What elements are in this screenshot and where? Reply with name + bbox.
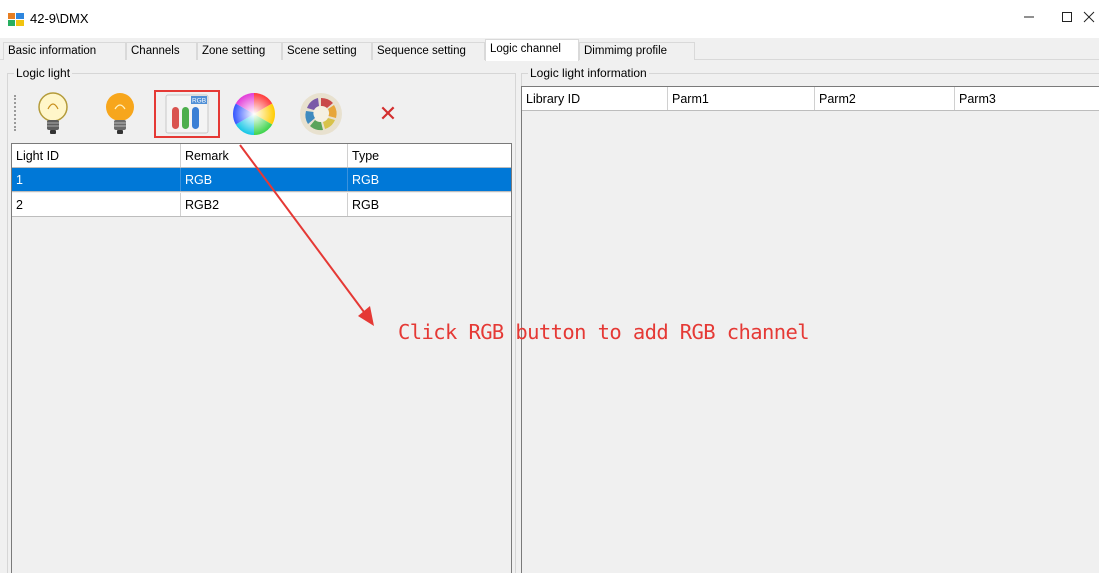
column-remark[interactable]: Remark (181, 144, 348, 167)
tab-sequence-setting[interactable]: Sequence setting (372, 42, 485, 60)
maximize-icon (1062, 12, 1072, 22)
logic-light-label: Logic light (14, 66, 73, 80)
column-type[interactable]: Type (348, 144, 511, 167)
annotation-text: Click RGB button to add RGB channel (398, 320, 810, 344)
close-button[interactable] (1078, 0, 1099, 34)
tab-channels[interactable]: Channels (126, 42, 197, 60)
rgb-icon: RGB (165, 94, 209, 134)
close-icon (1083, 11, 1094, 23)
delete-icon: ✕ (378, 101, 398, 127)
tab-label: Sequence setting (377, 45, 466, 57)
tab-label: Dimmimg profile (584, 45, 668, 57)
app-icon (8, 13, 24, 26)
color-wheel-icon (232, 92, 276, 135)
cell-remark: RGB (181, 168, 348, 191)
tab-label: Basic information (8, 45, 97, 57)
tab-label: Scene setting (287, 45, 357, 57)
add-color-wheel-button[interactable] (221, 90, 287, 138)
minimize-button[interactable] (1006, 0, 1052, 34)
column-parm1[interactable]: Parm1 (668, 87, 815, 110)
column-parm3[interactable]: Parm3 (955, 87, 1099, 110)
cell-light-id: 2 (12, 193, 181, 216)
title-bar: 42-9\DMX (0, 0, 1099, 38)
tab-scene-setting[interactable]: Scene setting (282, 42, 372, 60)
tab-dimming-profile[interactable]: Dimmimg profile (579, 42, 695, 60)
tab-label: Channels (131, 45, 180, 57)
cell-type: RGB (352, 198, 380, 212)
add-rgb-button[interactable]: RGB (154, 90, 220, 138)
table-row[interactable]: 2 RGB2 RGB (12, 193, 511, 217)
tab-label: Zone setting (202, 45, 266, 57)
delete-light-button[interactable]: ✕ (355, 90, 421, 138)
tab-content: Logic light RGB ✕ Light ID Remark Type 1… (0, 60, 1099, 573)
tab-zone-setting[interactable]: Zone setting (197, 42, 282, 60)
cell-light-id: 1 (12, 168, 181, 191)
cell-remark: RGB2 (181, 193, 348, 216)
tab-basic-information[interactable]: Basic information (3, 42, 126, 60)
column-parm2[interactable]: Parm2 (815, 87, 955, 110)
column-library-id[interactable]: Library ID (522, 87, 668, 110)
rgb-badge-text: RGB (192, 98, 206, 105)
orange-bulb-icon (106, 93, 134, 134)
toolbar-grip[interactable] (14, 95, 16, 131)
window-title: 42-9\DMX (30, 11, 89, 26)
color-ring-icon (300, 93, 342, 135)
grid-header: Light ID Remark Type (12, 144, 511, 168)
add-color-ring-button[interactable] (288, 90, 354, 138)
logic-light-grid: Light ID Remark Type 1 RGB RGB 2 RGB2 RG… (11, 143, 512, 573)
logic-light-toolbar: RGB ✕ (11, 87, 511, 141)
table-row[interactable]: 1 RGB RGB (12, 168, 511, 192)
tab-strip: Basic information Channels Zone setting … (0, 38, 1099, 61)
cell-type: RGB (352, 173, 380, 187)
add-single-light-button[interactable] (20, 90, 86, 138)
logic-light-information-label: Logic light information (528, 66, 649, 80)
bulb-icon (38, 92, 68, 134)
tab-label: Logic channel (490, 43, 561, 55)
add-dual-light-button[interactable] (87, 90, 153, 138)
tab-logic-channel[interactable]: Logic channel (485, 39, 579, 61)
minimize-icon (1024, 16, 1034, 18)
column-light-id[interactable]: Light ID (12, 144, 181, 167)
grid-header: Library ID Parm1 Parm2 Parm3 (522, 87, 1099, 111)
